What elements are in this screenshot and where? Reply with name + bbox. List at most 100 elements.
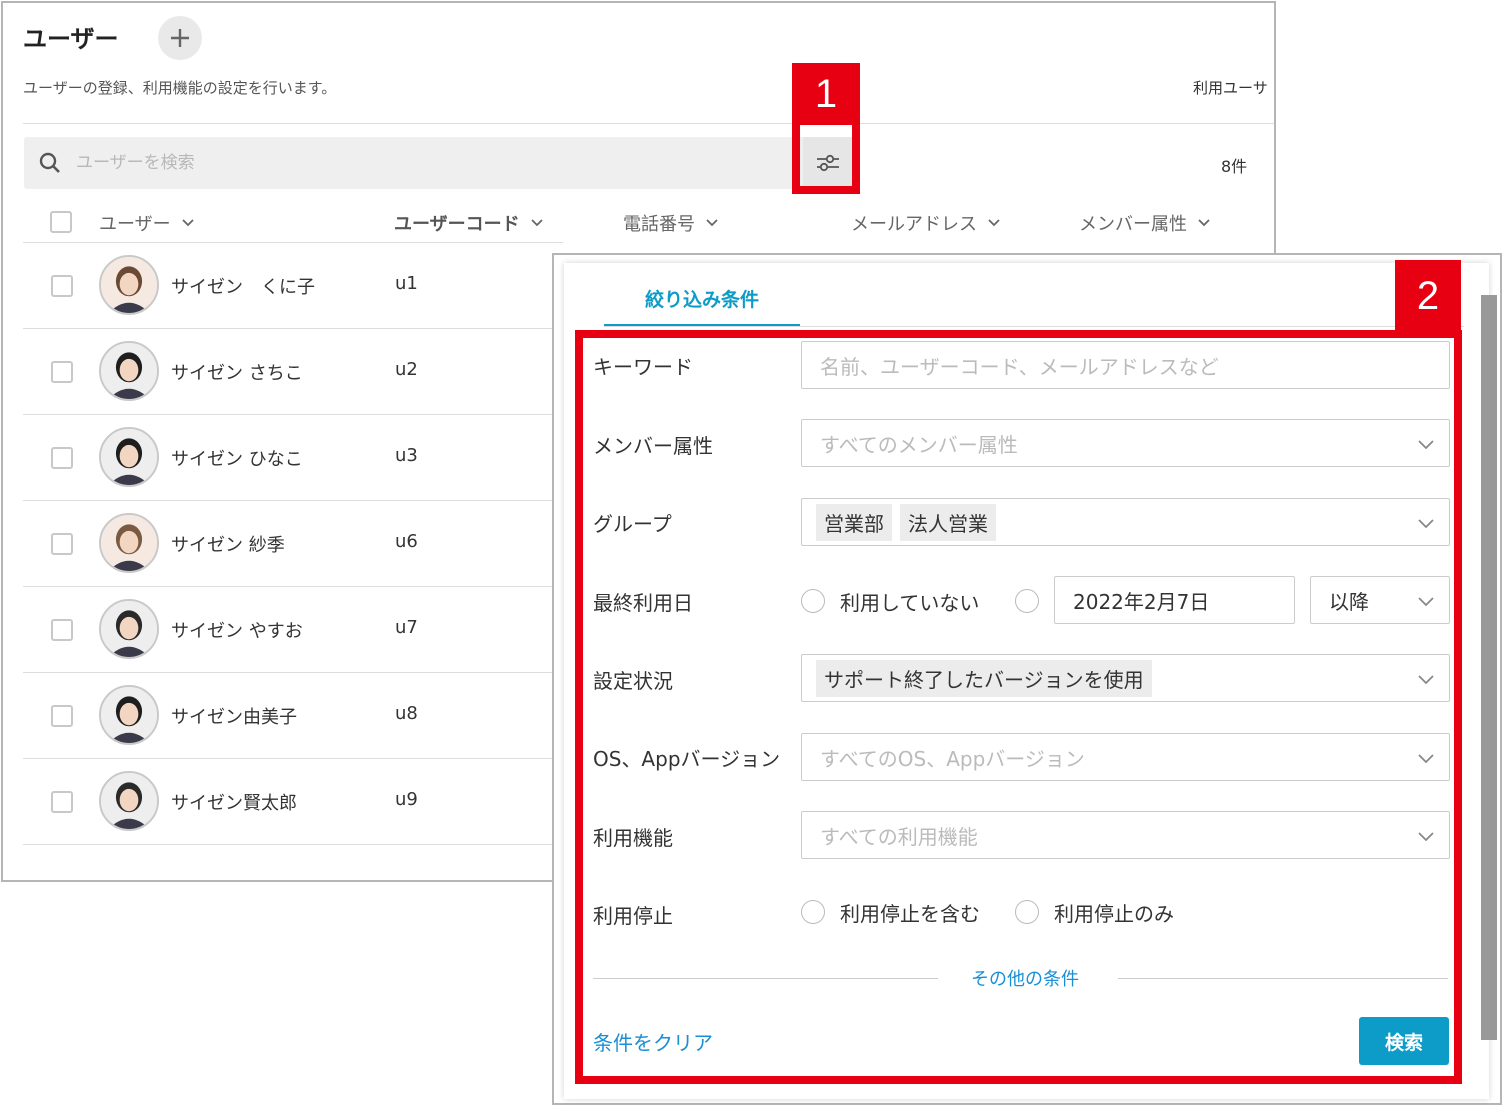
group-tag[interactable]: 法人営業 — [900, 503, 996, 541]
avatar — [99, 513, 159, 573]
group-select[interactable]: 営業部 法人営業 — [801, 498, 1450, 546]
user-code: u6 — [395, 531, 418, 552]
page-title: ユーザー — [23, 25, 119, 53]
divider — [23, 123, 1274, 124]
features-select[interactable]: すべての利用機能 — [801, 811, 1450, 859]
divider — [593, 978, 938, 979]
chevron-down-icon — [1418, 597, 1434, 607]
callout-number-1: 1 — [792, 63, 860, 125]
avatar — [99, 341, 159, 401]
member-attr-select[interactable]: すべてのメンバー属性 — [801, 419, 1450, 467]
clear-conditions-link[interactable]: 条件をクリア — [593, 1027, 713, 1056]
chevron-down-icon — [1418, 754, 1434, 764]
date-input[interactable]: 2022年2月7日 — [1054, 576, 1295, 624]
table-row[interactable]: サイゼン やすお u7 — [23, 586, 563, 672]
other-conditions-link[interactable]: その他の条件 — [971, 965, 1079, 991]
row-checkbox[interactable] — [51, 361, 73, 383]
column-label: メールアドレス — [851, 214, 977, 235]
suspended-label: 利用停止 — [593, 904, 673, 928]
radio-include-suspended[interactable] — [801, 900, 825, 924]
column-label: 電話番号 — [623, 214, 695, 235]
chevron-down-icon — [1418, 832, 1434, 842]
row-checkbox[interactable] — [51, 619, 73, 641]
row-checkbox[interactable] — [51, 275, 73, 297]
chevron-down-icon — [1198, 219, 1210, 227]
status-tag[interactable]: サポート終了したバージョンを使用 — [816, 659, 1152, 697]
table-row[interactable]: サイゼン さちこ u2 — [23, 328, 563, 414]
user-name[interactable]: サイゼン由美子 — [171, 703, 297, 729]
user-name[interactable]: サイゼン やすお — [171, 617, 303, 643]
row-checkbox[interactable] — [51, 791, 73, 813]
search-bar — [24, 137, 804, 189]
user-name[interactable]: サイゼン賢太郎 — [171, 789, 297, 815]
os-version-select[interactable]: すべてのOS、Appバージョン — [801, 733, 1450, 781]
group-tag[interactable]: 営業部 — [816, 503, 892, 541]
chevron-down-icon — [182, 219, 194, 227]
radio-include-suspended-label: 利用停止を含む — [840, 902, 980, 926]
os-version-label: OS、Appバージョン — [593, 747, 781, 771]
status-select[interactable]: サポート終了したバージョンを使用 — [801, 654, 1450, 702]
user-code: u3 — [395, 445, 418, 466]
row-checkbox[interactable] — [51, 705, 73, 727]
user-code: u9 — [395, 789, 418, 810]
table-row[interactable]: サイゼン 紗季 u6 — [23, 500, 563, 586]
select-all-checkbox[interactable] — [50, 211, 72, 233]
avatar — [99, 685, 159, 745]
chevron-down-icon — [1418, 675, 1434, 685]
scrollbar[interactable] — [1481, 295, 1497, 1040]
tab-divider — [604, 326, 1464, 327]
page-description: ユーザーの登録、利用機能の設定を行います。 — [23, 79, 337, 97]
chevron-down-icon — [1418, 440, 1434, 450]
table-row[interactable]: サイゼン ひなこ u3 — [23, 414, 563, 500]
date-direction-value: 以降 — [1329, 589, 1369, 614]
user-code: u8 — [395, 703, 418, 724]
column-header-user-code[interactable]: ユーザーコード — [394, 210, 544, 236]
os-version-placeholder: すべてのOS、Appバージョン — [820, 746, 1085, 771]
user-code: u2 — [395, 359, 418, 380]
tab-filter-conditions[interactable]: 絞り込み条件 — [604, 285, 800, 327]
row-checkbox[interactable] — [51, 447, 73, 469]
user-code: u7 — [395, 617, 418, 638]
user-name[interactable]: サイゼン さちこ — [171, 359, 303, 385]
user-name[interactable]: サイゼン ひなこ — [171, 445, 303, 471]
row-checkbox[interactable] — [51, 533, 73, 555]
column-label: メンバー属性 — [1079, 214, 1187, 235]
radio-date[interactable] — [1015, 589, 1039, 613]
user-name[interactable]: サイゼン くに子 — [171, 273, 315, 299]
table-row[interactable]: サイゼン由美子 u8 — [23, 672, 563, 758]
usage-label: 利用ユーサ — [1193, 79, 1268, 97]
date-direction-select[interactable]: 以降 — [1310, 576, 1450, 624]
radio-not-used[interactable] — [801, 589, 825, 613]
radio-suspended-only[interactable] — [1015, 900, 1039, 924]
chevron-down-icon — [531, 219, 543, 227]
table-row[interactable]: サイゼン賢太郎 u9 — [23, 758, 563, 844]
radio-suspended-only-label: 利用停止のみ — [1054, 902, 1174, 926]
column-label: ユーザーコード — [394, 214, 520, 235]
search-input[interactable] — [76, 143, 676, 183]
avatar — [99, 255, 159, 315]
add-user-button[interactable] — [158, 16, 202, 60]
table-row[interactable]: サイゼン くに子 u1 — [23, 242, 563, 328]
avatar — [99, 771, 159, 831]
keyword-input[interactable]: 名前、ユーザーコード、メールアドレスなど — [801, 341, 1450, 389]
table-bottom-border — [23, 844, 563, 845]
callout-number-2: 2 — [1395, 260, 1461, 332]
column-header-member-attr[interactable]: メンバー属性 — [1079, 210, 1211, 236]
column-header-user[interactable]: ユーザー — [99, 210, 195, 236]
user-code: u1 — [395, 273, 418, 294]
keyword-label: キーワード — [593, 355, 693, 379]
divider — [1118, 978, 1448, 979]
chevron-down-icon — [988, 219, 1000, 227]
column-header-phone[interactable]: 電話番号 — [623, 210, 719, 236]
user-name[interactable]: サイゼン 紗季 — [171, 531, 285, 557]
column-header-email[interactable]: メールアドレス — [851, 210, 1001, 236]
status-label: 設定状況 — [593, 669, 673, 693]
member-attr-label: メンバー属性 — [593, 434, 713, 458]
radio-not-used-label: 利用していない — [840, 591, 980, 615]
features-placeholder: すべての利用機能 — [820, 824, 978, 849]
member-attr-placeholder: すべてのメンバー属性 — [820, 432, 1018, 457]
chevron-down-icon — [1418, 519, 1434, 529]
search-button[interactable]: 検索 — [1359, 1017, 1449, 1065]
search-icon — [39, 152, 60, 173]
avatar — [99, 599, 159, 659]
